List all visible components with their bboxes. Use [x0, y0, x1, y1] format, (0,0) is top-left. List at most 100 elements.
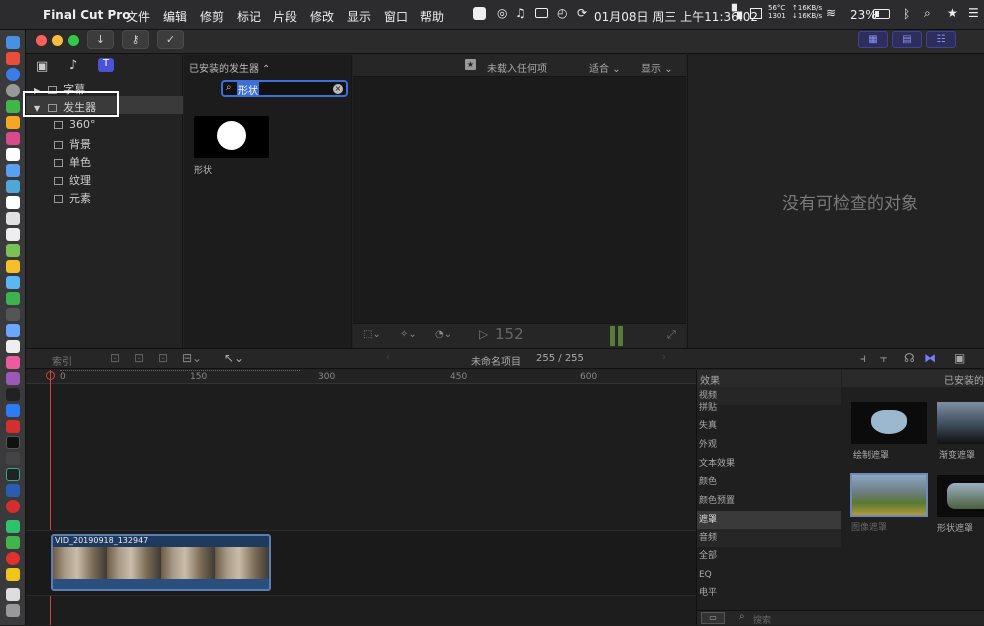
playhead-handle[interactable] — [46, 371, 55, 380]
dock-app15-icon[interactable] — [6, 468, 20, 481]
generator-item-360[interactable]: 360° — [54, 118, 96, 131]
index-button[interactable]: 索引 — [52, 353, 72, 368]
dock-safari-icon[interactable] — [6, 68, 20, 81]
fullscreen-icon[interactable]: ⤢ — [667, 328, 676, 342]
effects-category-looks[interactable]: 外观 — [697, 436, 841, 454]
app-menu[interactable]: Final Cut Pro — [43, 8, 130, 22]
import-button[interactable]: ↓ — [87, 30, 114, 49]
search-field[interactable]: ⌕ 形状 × — [221, 80, 348, 97]
sogou-icon[interactable] — [473, 7, 486, 20]
dock-wechat2-icon[interactable] — [6, 536, 20, 549]
background-tasks-button[interactable]: ✓ — [157, 30, 184, 49]
fit-dropdown[interactable]: 适合 ⌄ — [589, 60, 621, 75]
menu-mark[interactable]: 标记 — [237, 8, 261, 25]
transform-icon[interactable]: ⬚⌄ — [363, 329, 381, 340]
dock-app2-icon[interactable] — [6, 164, 20, 177]
favorite-star-icon[interactable]: ★ — [465, 59, 476, 70]
effects-category-levels[interactable]: 电平 — [697, 584, 841, 602]
wifi-icon[interactable]: ≋ — [826, 6, 836, 20]
video-clip[interactable]: VID_20190918_132947 — [51, 534, 271, 591]
effects-category-eq[interactable]: EQ — [697, 566, 841, 584]
sound-library-icon[interactable]: ♪ — [69, 58, 77, 73]
display-dropdown[interactable]: 显示 ⌄ — [641, 60, 673, 75]
generator-item-background[interactable]: 背景 — [54, 136, 91, 152]
dock-app18-icon[interactable] — [6, 568, 20, 581]
message-icon[interactable] — [535, 8, 548, 18]
menu-help[interactable]: 帮助 — [420, 8, 444, 25]
dock-app5-icon[interactable] — [6, 212, 20, 225]
append-clip-icon[interactable]: ⊡ — [158, 351, 168, 365]
menu-edit[interactable]: 编辑 — [163, 8, 187, 25]
dock-app6-icon[interactable] — [6, 228, 20, 241]
effects-category-color-presets[interactable]: 颜色预置 — [697, 492, 841, 510]
effect-thumb-gradient-mask[interactable] — [937, 402, 984, 444]
dock-finder-icon[interactable] — [6, 36, 20, 49]
dock-compass-icon[interactable] — [6, 84, 20, 97]
dock-tv-icon[interactable] — [6, 388, 20, 401]
dock-photos-icon[interactable] — [6, 132, 20, 145]
zoom-icon[interactable] — [68, 35, 79, 46]
dock-app-icon[interactable] — [6, 116, 20, 129]
generator-item-elements[interactable]: 元素 — [54, 190, 91, 206]
clock-icon[interactable]: ◴ — [557, 6, 567, 20]
music-icon[interactable]: ♫ — [515, 6, 526, 20]
menu-window[interactable]: 窗口 — [384, 8, 408, 25]
sync-icon[interactable]: ⟳ — [577, 6, 587, 20]
effects-category-tile[interactable]: 拼贴 — [697, 399, 841, 417]
insert-clip-icon[interactable]: ⊡ — [134, 351, 144, 365]
taskbar-icon[interactable]: ▚ — [732, 5, 742, 20]
clear-search-icon[interactable]: × — [333, 84, 343, 94]
select-tool-icon[interactable]: ↖⌄ — [224, 351, 244, 365]
dock-yandex-icon[interactable] — [6, 500, 20, 513]
dock-app10-icon[interactable] — [6, 308, 20, 321]
dock-app14-icon[interactable] — [6, 452, 20, 465]
search-input[interactable]: 形状 — [237, 82, 259, 97]
star-icon[interactable]: ★ — [947, 6, 958, 20]
effects-category-distortion[interactable]: 失真 — [697, 417, 841, 435]
dock-app17-icon[interactable] — [6, 552, 20, 565]
dock-calendar-icon[interactable] — [6, 148, 20, 161]
audio-skimming-icon[interactable]: ⫟ — [880, 351, 887, 366]
control-center-icon[interactable]: ☰ — [968, 6, 979, 20]
enhance-icon[interactable]: ✧⌄ — [400, 329, 417, 340]
battery-icon[interactable] — [873, 9, 890, 19]
effects-category-all[interactable]: 全部 — [697, 547, 841, 565]
effects-category-text-effects[interactable]: 文本效果 — [697, 455, 841, 473]
menu-modify[interactable]: 修改 — [310, 8, 334, 25]
dock-app3-icon[interactable] — [6, 180, 20, 193]
browser-toggle-button[interactable]: ▦ — [858, 31, 888, 48]
dock-vpn-icon[interactable] — [6, 484, 20, 497]
skimming-icon[interactable]: ⫞ — [860, 351, 866, 366]
dock-app9-icon[interactable] — [6, 276, 20, 289]
effect-thumb-image-mask[interactable] — [850, 473, 928, 517]
close-icon[interactable] — [36, 35, 47, 46]
effect-thumb-draw-mask[interactable] — [851, 402, 927, 444]
effects-category-masks[interactable]: 遮罩 — [697, 511, 841, 529]
dock-terminal-icon[interactable] — [6, 436, 20, 449]
minimize-icon[interactable] — [52, 35, 63, 46]
menu-file[interactable]: 文件 — [126, 8, 150, 25]
dock-app4-icon[interactable] — [6, 196, 20, 209]
menu-view[interactable]: 显示 — [347, 8, 371, 25]
clip-appearance-icon[interactable]: ▣ — [954, 351, 965, 365]
play-icon[interactable]: ▷ — [479, 327, 488, 341]
menu-clip[interactable]: 片段 — [273, 8, 297, 25]
effects-category-audio[interactable]: 音频 — [697, 529, 841, 547]
effect-thumb-shape-mask[interactable] — [937, 475, 984, 517]
titles-generators-icon[interactable]: T — [98, 58, 114, 72]
dock-app8-icon[interactable] — [6, 260, 20, 273]
generator-thumbnail-shape[interactable] — [194, 116, 269, 158]
dock-app7-icon[interactable] — [6, 244, 20, 257]
dock-launchpad-icon[interactable] — [6, 52, 20, 65]
photos-library-icon[interactable]: ▣ — [36, 59, 48, 74]
speed-icon[interactable]: ◔⌄ — [435, 329, 452, 340]
dock-podcast-icon[interactable] — [6, 372, 20, 385]
bluetooth-icon[interactable]: ᛒ — [903, 7, 910, 21]
keyword-button[interactable]: ⚷ — [122, 30, 149, 49]
dock-app13-icon[interactable] — [6, 420, 20, 433]
snapping-icon[interactable]: ⧓ — [924, 351, 936, 365]
dock-music-icon[interactable] — [6, 356, 20, 369]
overwrite-clip-icon[interactable]: ⊟⌄ — [182, 351, 202, 365]
forward-arrow-icon[interactable]: › — [662, 352, 666, 363]
globe-icon[interactable]: ◎ — [497, 6, 507, 20]
